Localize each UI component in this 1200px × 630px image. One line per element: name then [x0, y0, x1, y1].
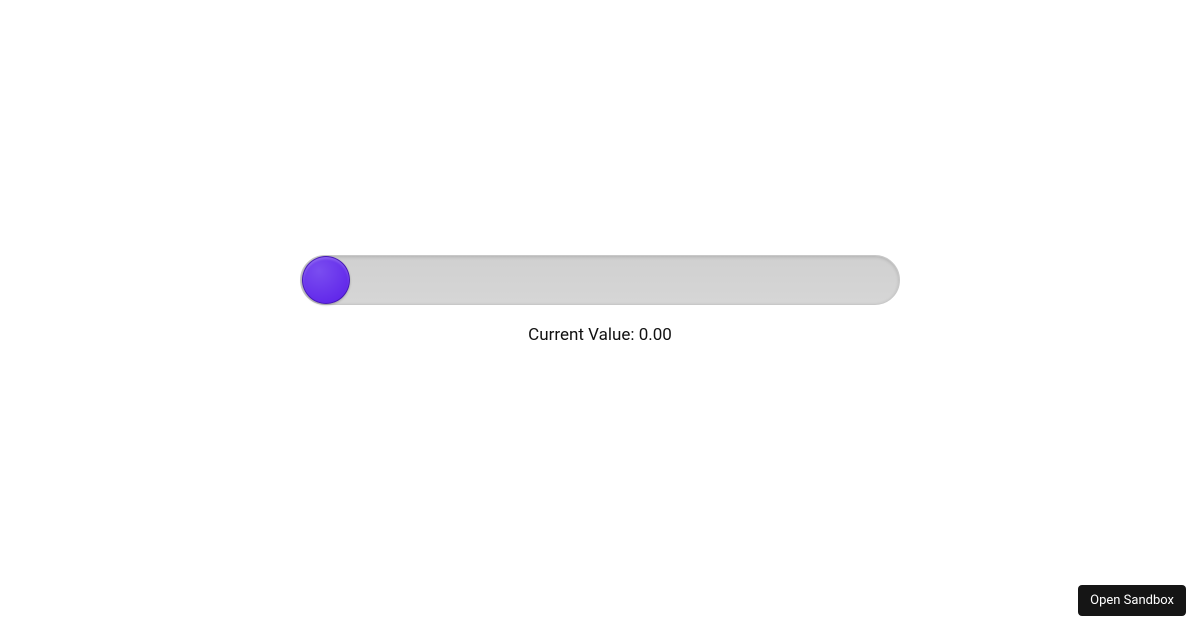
value-label-prefix: Current Value:: [528, 325, 639, 345]
slider-thumb[interactable]: [302, 256, 350, 304]
slider-track[interactable]: [300, 255, 900, 305]
slider-container: Current Value: 0.00: [0, 0, 1200, 630]
open-sandbox-button[interactable]: Open Sandbox: [1078, 585, 1186, 616]
current-value-label: Current Value: 0.00: [528, 325, 672, 345]
value-label-number: 0.00: [639, 325, 672, 345]
